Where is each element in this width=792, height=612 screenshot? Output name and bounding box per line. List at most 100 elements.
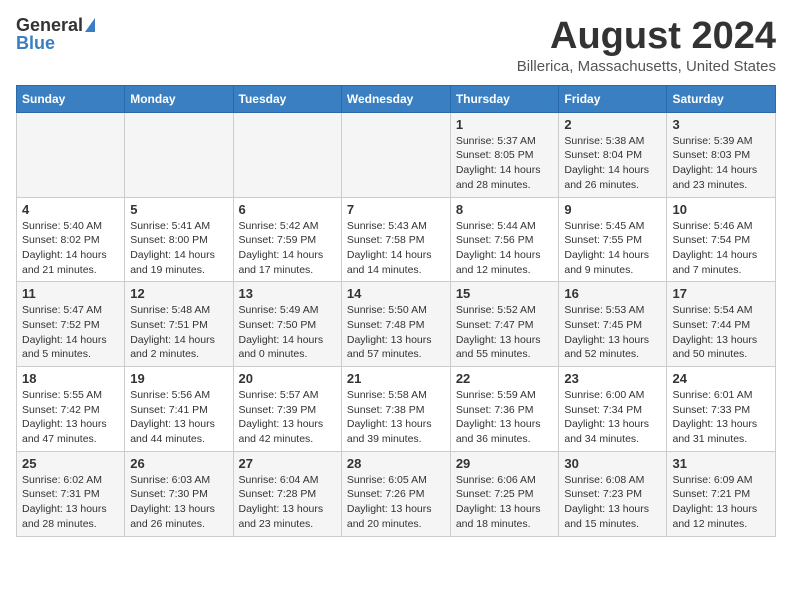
- day-detail: Sunrise: 5:59 AM Sunset: 7:36 PM Dayligh…: [456, 389, 541, 445]
- day-detail: Sunrise: 5:57 AM Sunset: 7:39 PM Dayligh…: [239, 389, 324, 445]
- day-number: 9: [564, 202, 661, 217]
- day-number: 16: [564, 286, 661, 301]
- calendar-cell: 13Sunrise: 5:49 AM Sunset: 7:50 PM Dayli…: [233, 282, 341, 367]
- day-detail: Sunrise: 6:01 AM Sunset: 7:33 PM Dayligh…: [672, 389, 757, 445]
- day-number: 20: [239, 371, 336, 386]
- day-detail: Sunrise: 5:47 AM Sunset: 7:52 PM Dayligh…: [22, 304, 107, 360]
- day-detail: Sunrise: 5:45 AM Sunset: 7:55 PM Dayligh…: [564, 220, 649, 276]
- calendar-cell: 17 Sunrise: 5:54 AM Sunset: 7:44 PM Dayli…: [667, 282, 776, 367]
- calendar-cell: 12Sunrise: 5:48 AM Sunset: 7:51 PM Dayli…: [125, 282, 233, 367]
- day-detail: Sunrise: 6:09 AM Sunset: 7:21 PM Dayligh…: [672, 474, 757, 530]
- day-detail: Sunrise: 5:40 AM Sunset: 8:02 PM Dayligh…: [22, 220, 107, 276]
- day-number: 29: [456, 456, 554, 471]
- day-detail: Sunrise: 6:04 AM Sunset: 7:28 PM Dayligh…: [239, 474, 324, 530]
- day-number: 17: [672, 286, 770, 301]
- calendar-week-row: 25Sunrise: 6:02 AM Sunset: 7:31 PM Dayli…: [17, 451, 776, 536]
- page-header: General Blue August 2024 Billerica, Mass…: [16, 16, 776, 75]
- title-block: August 2024 Billerica, Massachusetts, Un…: [517, 16, 776, 75]
- day-detail: Sunrise: 6:08 AM Sunset: 7:23 PM Dayligh…: [564, 474, 649, 530]
- calendar-cell: 8 Sunrise: 5:44 AM Sunset: 7:56 PM Daylig…: [450, 197, 559, 282]
- calendar-cell: 10 Sunrise: 5:46 AM Sunset: 7:54 PM Dayli…: [667, 197, 776, 282]
- calendar-week-row: 11 Sunrise: 5:47 AM Sunset: 7:52 PM Dayli…: [17, 282, 776, 367]
- day-number: 8: [456, 202, 554, 217]
- day-number: 31: [672, 456, 770, 471]
- calendar-cell: 4 Sunrise: 5:40 AM Sunset: 8:02 PM Daylig…: [17, 197, 125, 282]
- day-number: 3: [672, 117, 770, 132]
- day-of-week-header-sunday: Sunday: [17, 85, 125, 112]
- day-number: 4: [22, 202, 119, 217]
- day-of-week-header-monday: Monday: [125, 85, 233, 112]
- calendar-cell: 3 Sunrise: 5:39 AM Sunset: 8:03 PM Daylig…: [667, 112, 776, 197]
- calendar-cell: 7 Sunrise: 5:43 AM Sunset: 7:58 PM Daylig…: [341, 197, 450, 282]
- calendar-week-row: 4 Sunrise: 5:40 AM Sunset: 8:02 PM Daylig…: [17, 197, 776, 282]
- calendar-cell: 19 Sunrise: 5:56 AM Sunset: 7:41 PM Dayli…: [125, 367, 233, 452]
- day-number: 26: [130, 456, 227, 471]
- day-detail: Sunrise: 6:03 AM Sunset: 7:30 PM Dayligh…: [130, 474, 215, 530]
- calendar-cell: 31 Sunrise: 6:09 AM Sunset: 7:21 PM Dayli…: [667, 451, 776, 536]
- day-detail: Sunrise: 5:55 AM Sunset: 7:42 PM Dayligh…: [22, 389, 107, 445]
- day-number: 10: [672, 202, 770, 217]
- day-number: 23: [564, 371, 661, 386]
- calendar-table: SundayMondayTuesdayWednesdayThursdayFrid…: [16, 85, 776, 537]
- logo-blue-text: Blue: [16, 34, 95, 52]
- day-number: 6: [239, 202, 336, 217]
- day-of-week-header-thursday: Thursday: [450, 85, 559, 112]
- calendar-cell: 20 Sunrise: 5:57 AM Sunset: 7:39 PM Dayli…: [233, 367, 341, 452]
- calendar-cell: 27 Sunrise: 6:04 AM Sunset: 7:28 PM Dayli…: [233, 451, 341, 536]
- calendar-cell: [233, 112, 341, 197]
- day-detail: Sunrise: 5:50 AM Sunset: 7:48 PM Dayligh…: [347, 304, 432, 360]
- day-detail: Sunrise: 5:56 AM Sunset: 7:41 PM Dayligh…: [130, 389, 215, 445]
- calendar-cell: 5 Sunrise: 5:41 AM Sunset: 8:00 PM Daylig…: [125, 197, 233, 282]
- calendar-cell: 22 Sunrise: 5:59 AM Sunset: 7:36 PM Dayli…: [450, 367, 559, 452]
- day-detail: Sunrise: 5:54 AM Sunset: 7:44 PM Dayligh…: [672, 304, 757, 360]
- calendar-cell: 11 Sunrise: 5:47 AM Sunset: 7:52 PM Dayli…: [17, 282, 125, 367]
- calendar-cell: 26 Sunrise: 6:03 AM Sunset: 7:30 PM Dayli…: [125, 451, 233, 536]
- calendar-cell: 16 Sunrise: 5:53 AM Sunset: 7:45 PM Dayli…: [559, 282, 667, 367]
- calendar-cell: 9 Sunrise: 5:45 AM Sunset: 7:55 PM Daylig…: [559, 197, 667, 282]
- calendar-cell: 29 Sunrise: 6:06 AM Sunset: 7:25 PM Dayli…: [450, 451, 559, 536]
- calendar-week-row: 18Sunrise: 5:55 AM Sunset: 7:42 PM Dayli…: [17, 367, 776, 452]
- calendar-cell: 14 Sunrise: 5:50 AM Sunset: 7:48 PM Dayli…: [341, 282, 450, 367]
- day-detail: Sunrise: 5:53 AM Sunset: 7:45 PM Dayligh…: [564, 304, 649, 360]
- day-of-week-header-tuesday: Tuesday: [233, 85, 341, 112]
- day-number: 30: [564, 456, 661, 471]
- day-detail: Sunrise: 5:43 AM Sunset: 7:58 PM Dayligh…: [347, 220, 432, 276]
- day-number: 14: [347, 286, 445, 301]
- calendar-cell: 25Sunrise: 6:02 AM Sunset: 7:31 PM Dayli…: [17, 451, 125, 536]
- day-number: 7: [347, 202, 445, 217]
- calendar-header: SundayMondayTuesdayWednesdayThursdayFrid…: [17, 85, 776, 112]
- day-detail: Sunrise: 5:37 AM Sunset: 8:05 PM Dayligh…: [456, 135, 541, 191]
- calendar-cell: 1 Sunrise: 5:37 AM Sunset: 8:05 PM Daylig…: [450, 112, 559, 197]
- day-detail: Sunrise: 5:46 AM Sunset: 7:54 PM Dayligh…: [672, 220, 757, 276]
- days-of-week-row: SundayMondayTuesdayWednesdayThursdayFrid…: [17, 85, 776, 112]
- calendar-cell: [17, 112, 125, 197]
- day-of-week-header-wednesday: Wednesday: [341, 85, 450, 112]
- day-number: 11: [22, 286, 119, 301]
- day-of-week-header-friday: Friday: [559, 85, 667, 112]
- day-detail: Sunrise: 6:06 AM Sunset: 7:25 PM Dayligh…: [456, 474, 541, 530]
- calendar-cell: 18Sunrise: 5:55 AM Sunset: 7:42 PM Dayli…: [17, 367, 125, 452]
- day-detail: Sunrise: 5:52 AM Sunset: 7:47 PM Dayligh…: [456, 304, 541, 360]
- calendar-cell: [341, 112, 450, 197]
- logo-triangle-icon: [85, 18, 95, 32]
- day-detail: Sunrise: 5:41 AM Sunset: 8:00 PM Dayligh…: [130, 220, 215, 276]
- day-number: 19: [130, 371, 227, 386]
- day-detail: Sunrise: 5:49 AM Sunset: 7:50 PM Dayligh…: [239, 304, 324, 360]
- day-detail: Sunrise: 5:58 AM Sunset: 7:38 PM Dayligh…: [347, 389, 432, 445]
- day-of-week-header-saturday: Saturday: [667, 85, 776, 112]
- day-number: 27: [239, 456, 336, 471]
- calendar-cell: 24Sunrise: 6:01 AM Sunset: 7:33 PM Dayli…: [667, 367, 776, 452]
- day-detail: Sunrise: 5:44 AM Sunset: 7:56 PM Dayligh…: [456, 220, 541, 276]
- day-number: 1: [456, 117, 554, 132]
- calendar-cell: [125, 112, 233, 197]
- day-detail: Sunrise: 5:39 AM Sunset: 8:03 PM Dayligh…: [672, 135, 757, 191]
- day-number: 22: [456, 371, 554, 386]
- calendar-week-row: 1 Sunrise: 5:37 AM Sunset: 8:05 PM Daylig…: [17, 112, 776, 197]
- day-detail: Sunrise: 6:05 AM Sunset: 7:26 PM Dayligh…: [347, 474, 432, 530]
- day-number: 5: [130, 202, 227, 217]
- calendar-cell: 23Sunrise: 6:00 AM Sunset: 7:34 PM Dayli…: [559, 367, 667, 452]
- day-number: 2: [564, 117, 661, 132]
- calendar-cell: 6Sunrise: 5:42 AM Sunset: 7:59 PM Daylig…: [233, 197, 341, 282]
- calendar-cell: 21Sunrise: 5:58 AM Sunset: 7:38 PM Dayli…: [341, 367, 450, 452]
- day-number: 12: [130, 286, 227, 301]
